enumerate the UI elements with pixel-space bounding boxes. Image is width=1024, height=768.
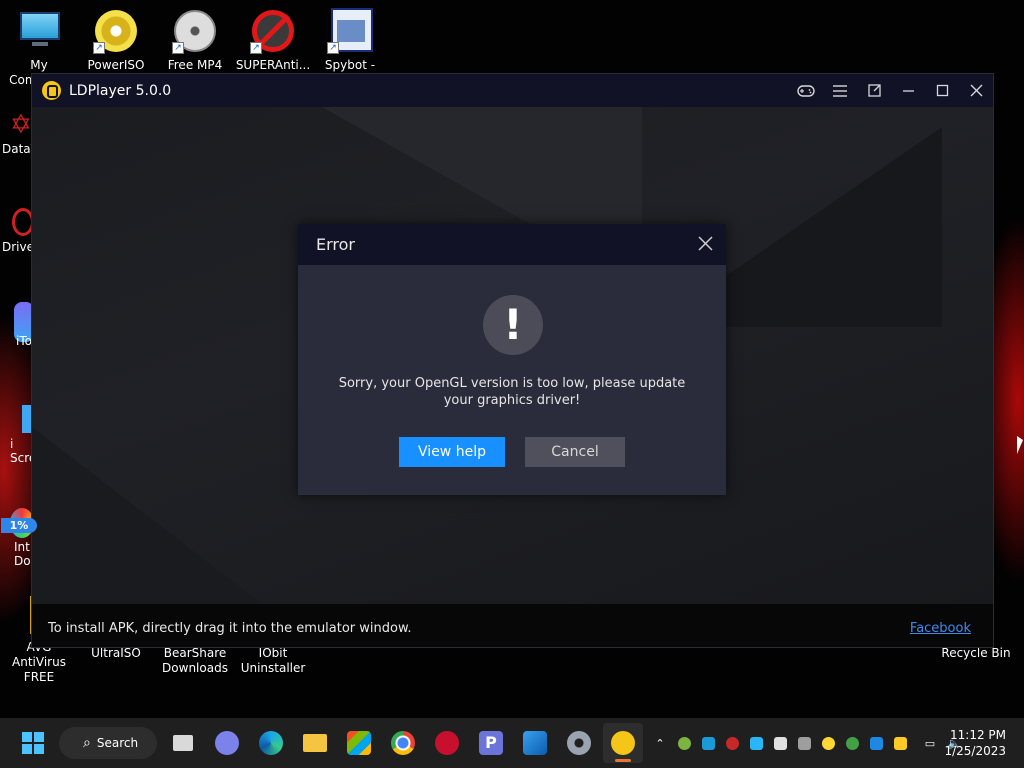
edge-icon[interactable] <box>251 723 291 763</box>
windows-logo-icon <box>22 732 44 754</box>
tray-app-icon-3[interactable] <box>722 733 742 753</box>
menu-icon[interactable] <box>823 74 857 107</box>
desktop-icon-iobit[interactable]: IObit Uninstaller <box>233 646 313 676</box>
desktop-icon-superantispyware[interactable]: ↗ SUPERAnti... <box>233 8 313 73</box>
desktop-icon-free-mp4[interactable]: ↗ Free MP4 <box>155 8 235 73</box>
dialog-title: Error <box>316 235 355 254</box>
desktop-icon-bearshare[interactable]: BearShare Downloads <box>155 646 235 676</box>
tray-app-icon-8[interactable] <box>842 733 862 753</box>
ldplayer-taskbar-icon[interactable] <box>603 723 643 763</box>
maximize-icon[interactable] <box>925 74 959 107</box>
desktop-icon-poweriso[interactable]: ↗ PowerISO <box>76 8 156 73</box>
view-help-button[interactable]: View help <box>399 437 505 467</box>
task-view-icon[interactable] <box>163 723 203 763</box>
start-button[interactable] <box>13 723 53 763</box>
itools-icon <box>0 302 34 342</box>
ldplayer-logo-icon <box>42 81 61 100</box>
system-tray: ⌃ ▭ 🔈 <box>650 718 968 768</box>
p-app-icon[interactable]: P <box>471 723 511 763</box>
desktop-icon-ultraiso[interactable]: UltraISO <box>76 646 156 661</box>
desktop-icon-spybot[interactable]: ↗ Spybot - <box>310 8 390 73</box>
minimize-icon[interactable] <box>891 74 925 107</box>
chevron-up-icon[interactable]: ⌃ <box>650 733 670 753</box>
cancel-button[interactable]: Cancel <box>525 437 625 467</box>
photos-icon[interactable] <box>515 723 555 763</box>
no-bug-icon: ↗ <box>250 8 296 54</box>
taskbar: ⌕ Search P ⌃ ▭ 🔈 11:12 PM 1/25/2023 <box>0 718 1024 768</box>
clock-time: 11:12 PM <box>950 728 1006 742</box>
tray-app-icon-1[interactable] <box>674 733 694 753</box>
tray-app-icon-6[interactable] <box>794 733 814 753</box>
exclamation-icon: ! <box>483 295 543 355</box>
disc-icon: ↗ <box>93 8 139 54</box>
spybot-icon: ↗ <box>327 8 373 54</box>
shortcut-arrow-icon: ↗ <box>93 42 105 54</box>
error-dialog: Error ! Sorry, your OpenGL version is to… <box>298 224 726 495</box>
tray-app-icon-5[interactable] <box>770 733 790 753</box>
shortcut-arrow-icon: ↗ <box>327 42 339 54</box>
progress-badge: 1% <box>1 518 37 533</box>
search-icon: ⌕ <box>83 735 91 751</box>
pentagram-icon: ✡ <box>10 110 32 140</box>
tray-app-icon-7[interactable] <box>818 733 838 753</box>
clock-date: 1/25/2023 <box>944 744 1006 758</box>
monitor-icon <box>16 8 62 54</box>
chrome-icon[interactable] <box>383 723 423 763</box>
search-label: Search <box>96 736 139 750</box>
install-apk-tip: To install APK, directly drag it into th… <box>48 621 412 636</box>
facebook-link[interactable]: Facebook <box>910 621 971 636</box>
clock[interactable]: 11:12 PM 1/25/2023 <box>944 727 1006 759</box>
chat-icon[interactable] <box>207 723 247 763</box>
ldplayer-title-bar[interactable]: LDPlayer 5.0.0 <box>32 74 993 107</box>
ldplayer-title: LDPlayer 5.0.0 <box>69 82 172 99</box>
gear-app-icon[interactable] <box>427 723 467 763</box>
microsoft-store-icon[interactable] <box>339 723 379 763</box>
desktop-icon-recycle-bin[interactable]: Recycle Bin <box>936 646 1016 661</box>
screen-icon <box>0 405 36 435</box>
gamepad-icon[interactable] <box>789 74 823 107</box>
driver-icon <box>0 208 34 238</box>
close-window-icon[interactable] <box>959 74 993 107</box>
tray-app-icon-9[interactable] <box>866 733 886 753</box>
network-icon[interactable]: ▭ <box>920 733 940 753</box>
tray-app-icon-2[interactable] <box>698 733 718 753</box>
restore-window-icon[interactable] <box>857 74 891 107</box>
tray-app-icon-4[interactable] <box>746 733 766 753</box>
error-message: Sorry, your OpenGL version is too low, p… <box>338 376 686 408</box>
settings-icon[interactable] <box>559 723 599 763</box>
dialog-header[interactable]: Error <box>298 224 726 265</box>
ldplayer-status-bar: To install APK, directly drag it into th… <box>32 604 993 647</box>
tray-app-icon-10[interactable] <box>890 733 910 753</box>
film-reel-icon: ↗ <box>172 8 218 54</box>
close-icon[interactable] <box>696 235 714 254</box>
shortcut-arrow-icon: ↗ <box>172 42 184 54</box>
file-explorer-icon[interactable] <box>295 723 335 763</box>
shortcut-arrow-icon: ↗ <box>250 42 262 54</box>
taskbar-search[interactable]: ⌕ Search <box>59 727 157 759</box>
mouse-cursor-icon <box>1017 436 1023 454</box>
desktop: My Computer ↗ PowerISO ↗ Free MP4 ↗ SUPE… <box>0 0 1024 718</box>
